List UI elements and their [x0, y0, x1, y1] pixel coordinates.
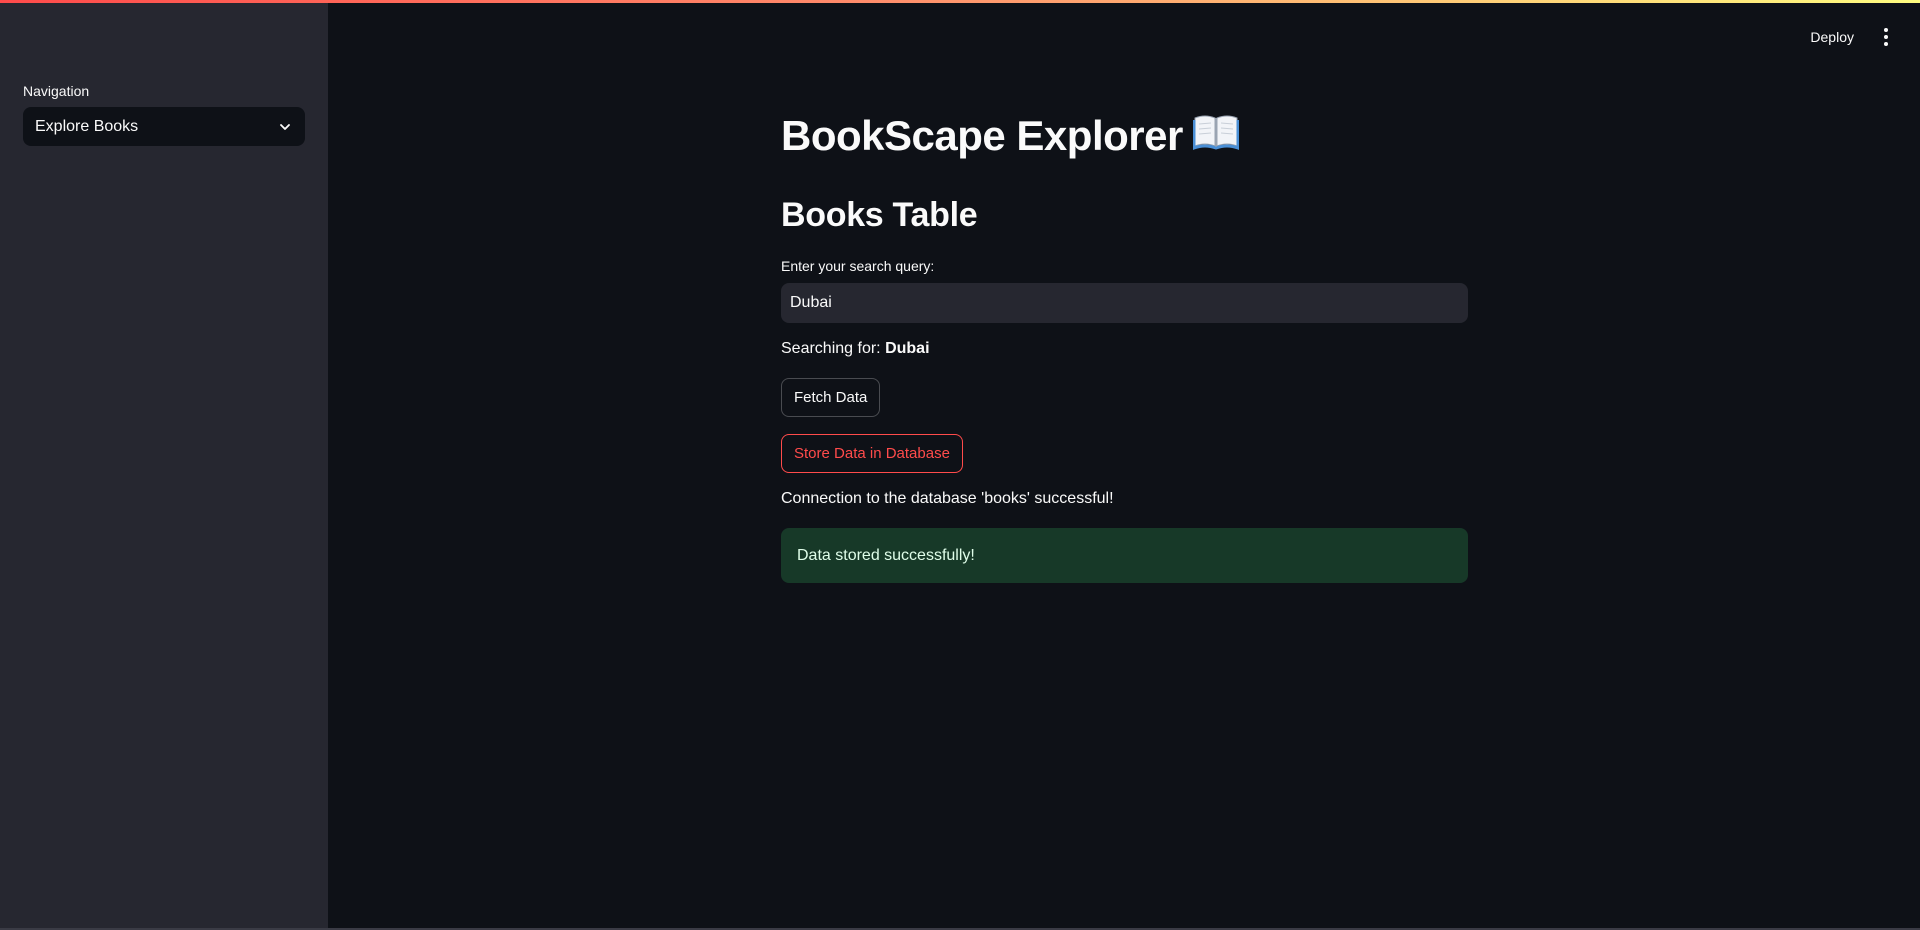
searching-prefix: Searching for:: [781, 340, 881, 357]
page-title-text: BookScape Explorer: [781, 112, 1183, 159]
search-query-label: Enter your search query:: [781, 258, 935, 274]
success-message: Data stored successfully!: [797, 546, 975, 564]
navigation-selected-value: Explore Books: [35, 117, 139, 135]
searching-term: Dubai: [885, 340, 930, 357]
more-options-icon[interactable]: [1876, 23, 1896, 51]
header-actions: Deploy: [1810, 22, 1920, 52]
navigation-select[interactable]: Explore Books: [23, 107, 305, 146]
open-book-icon: [1192, 110, 1240, 160]
page-title: BookScape Explorer: [781, 110, 1240, 164]
search-input[interactable]: [781, 283, 1468, 323]
navigation-label: Navigation: [23, 83, 90, 99]
sidebar: Navigation Explore Books: [0, 0, 328, 930]
chevron-down-icon: [277, 119, 293, 135]
fetch-data-button[interactable]: Fetch Data: [781, 378, 881, 417]
success-alert: Data stored successfully!: [781, 528, 1468, 583]
searching-for-text: Searching for: Dubai: [781, 340, 930, 358]
section-title: Books Table: [781, 196, 978, 234]
connection-status-text: Connection to the database 'books' succe…: [781, 490, 1114, 507]
store-data-button[interactable]: Store Data in Database: [781, 434, 963, 473]
top-decoration-bar: [0, 0, 1920, 3]
deploy-button[interactable]: Deploy: [1810, 29, 1854, 45]
